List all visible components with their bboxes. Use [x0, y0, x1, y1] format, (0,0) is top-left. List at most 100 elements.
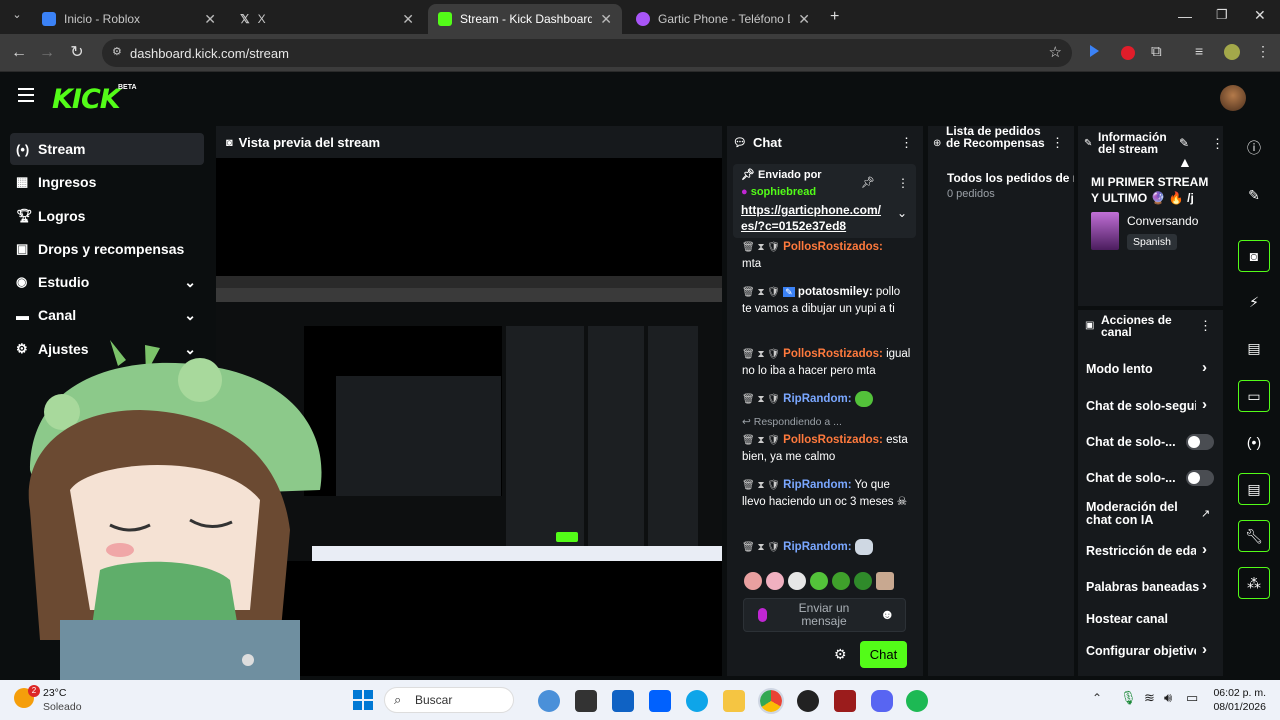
category-label[interactable]: Conversando: [1127, 214, 1198, 228]
tab-kick-dashboard[interactable]: Stream - Kick Dashboard ✕: [428, 4, 622, 34]
close-icon[interactable]: ✕: [600, 11, 612, 28]
chat-message[interactable]: 🗑 ⧗ 🛡 RipRandom: Yo que llevo haciendo u…: [742, 477, 912, 511]
battery-icon[interactable]: ▭: [1186, 690, 1198, 706]
sidebar-item-stream[interactable]: (•) Stream: [10, 133, 204, 165]
action-emotes-only[interactable]: Chat de solo-...: [1086, 471, 1176, 485]
rewards-menu-icon[interactable]: ⋮: [1051, 135, 1064, 151]
reply-indicator[interactable]: ↩ Respondiendo a ...: [742, 414, 912, 431]
action-age-restriction[interactable]: Restricción de edad: [1086, 544, 1196, 558]
mod-actions-icon[interactable]: 🗑 ⧗ 🛡: [742, 480, 780, 491]
app-icon[interactable]: [575, 690, 597, 712]
mod-actions-icon[interactable]: 🗑 ⧗ 🛡: [742, 349, 780, 360]
chat-username[interactable]: PollosRostizados:: [783, 434, 883, 446]
preview-toggle-icon[interactable]: ◙: [1238, 240, 1270, 272]
sidebar-item-estudio[interactable]: ◉ Estudio ⌄: [10, 266, 204, 298]
clock-time[interactable]: 06:02 p. m.: [1212, 687, 1266, 699]
close-icon[interactable]: ✕: [204, 11, 216, 28]
chevron-right-icon[interactable]: ›: [1202, 577, 1207, 594]
chevron-down-icon[interactable]: ⌄: [897, 206, 907, 220]
app-icon[interactable]: [834, 690, 856, 712]
emote-icon[interactable]: [788, 572, 806, 590]
info-circle-icon[interactable]: ⓘ: [1238, 132, 1270, 164]
taskbar-search[interactable]: ⌕ Buscar: [384, 687, 514, 713]
clock-date[interactable]: 08/01/2026: [1212, 701, 1266, 713]
tab-x[interactable]: 𝕏 X ✕: [230, 4, 424, 34]
tab-list-button[interactable]: ⌄: [8, 8, 26, 26]
broadcast-icon[interactable]: (•): [1238, 426, 1270, 458]
mod-actions-icon[interactable]: 🗑 ⧗ 🛡: [742, 394, 780, 405]
browser-menu-icon[interactable]: ⋮: [1256, 43, 1270, 60]
rewards-all-orders[interactable]: Todos los pedidos de r: [947, 171, 1074, 185]
mod-actions-icon[interactable]: 🗑 ⧗ 🛡: [742, 435, 780, 446]
chevron-right-icon[interactable]: ›: [1202, 641, 1207, 658]
close-icon[interactable]: ✕: [798, 11, 810, 28]
chevron-right-icon[interactable]: ›: [1202, 396, 1207, 413]
emoji-icon[interactable]: ☻: [880, 606, 895, 622]
chevron-down-icon[interactable]: ⌄: [184, 274, 196, 291]
app-icon[interactable]: [538, 690, 560, 712]
folder-icon[interactable]: [723, 690, 745, 712]
edge-icon[interactable]: [686, 690, 708, 712]
wrench-icon[interactable]: 🔧︎: [1238, 520, 1270, 552]
info-menu-icon[interactable]: ⋮: [1211, 136, 1224, 152]
discord-icon[interactable]: [871, 690, 893, 712]
pencil-icon[interactable]: ✎: [1238, 179, 1270, 211]
mod-actions-icon[interactable]: 🗑 ⧗ 🛡: [742, 242, 780, 253]
sidebar-item-drops[interactable]: ▣ Drops y recompensas: [10, 233, 204, 265]
kick-logo[interactable]: KICK: [52, 84, 121, 115]
spotify-icon[interactable]: [906, 690, 928, 712]
mod-actions-icon[interactable]: 🗑 ⧗ 🛡: [742, 287, 780, 298]
sidebar-item-canal[interactable]: ▬ Canal ⌄: [10, 299, 204, 331]
mic-icon[interactable]: [758, 608, 767, 622]
pinned-message[interactable]: 📌︎ Enviado por ● sophiebread https://gar…: [733, 164, 916, 238]
close-window-button[interactable]: ✕: [1254, 7, 1266, 24]
unpin-icon[interactable]: 📌︎: [861, 176, 875, 189]
action-slow-mode[interactable]: Modo lento: [1086, 362, 1153, 376]
profile-avatar[interactable]: [1224, 44, 1240, 60]
chat-username[interactable]: PollosRostizados:: [783, 241, 883, 253]
emote-icon[interactable]: [876, 572, 894, 590]
wifi-icon[interactable]: ≋: [1144, 690, 1155, 706]
emote-icon[interactable]: [832, 572, 850, 590]
address-bar[interactable]: ⚙ dashboard.kick.com/stream ☆: [102, 39, 1072, 67]
action-host-channel[interactable]: Hostear canal: [1086, 612, 1168, 626]
emotes-only-toggle[interactable]: [1186, 470, 1214, 486]
chat-message[interactable]: 🗑 ⧗ 🛡 ✎ potatosmiley: pollo te vamos a d…: [742, 284, 912, 318]
chat-menu-icon[interactable]: ⋮: [900, 135, 913, 151]
pinned-menu-icon[interactable]: ⋮: [897, 176, 909, 190]
dropbox-icon[interactable]: [649, 690, 671, 712]
extension-record-icon[interactable]: [1121, 46, 1135, 60]
action-ai-moderation[interactable]: Moderación del chat con IA: [1086, 501, 1190, 527]
send-chat-button[interactable]: Chat: [860, 641, 907, 668]
site-info-icon[interactable]: ⚙: [112, 45, 122, 58]
chat-message[interactable]: 🗑 ⧗ 🛡 RipRandom:: [742, 539, 912, 556]
chevron-down-icon[interactable]: ⌄: [184, 307, 196, 324]
chat-input[interactable]: Enviar un mensaje ☻: [743, 598, 906, 632]
chat-toggle-icon[interactable]: ▭: [1238, 380, 1270, 412]
pinned-link[interactable]: https://garticphone.com/es/?c=0152e37ed8: [741, 202, 886, 234]
bookmark-star-icon[interactable]: ☆: [1049, 43, 1062, 61]
emote-icon[interactable]: [766, 572, 784, 590]
forward-arrow-icon[interactable]: →: [36, 42, 58, 64]
chat-username[interactable]: RipRandom:: [783, 393, 851, 405]
tab-gartic[interactable]: Gartic Phone - Teléfono Descor ✕: [626, 4, 820, 34]
chat-message[interactable]: 🗑 ⧗ 🛡 PollosRostizados: igual no lo iba …: [742, 346, 912, 380]
microphone-icon[interactable]: 🎙︎: [1120, 690, 1137, 706]
windows-start-icon[interactable]: [353, 690, 373, 710]
obs-icon[interactable]: [797, 690, 819, 712]
chat-username[interactable]: RipRandom:: [783, 541, 851, 553]
extensions-puzzle-icon[interactable]: ⧉: [1151, 43, 1162, 60]
action-goals[interactable]: Configurar objetivos: [1086, 644, 1196, 658]
lightning-icon[interactable]: ⚡︎: [1238, 286, 1270, 318]
subs-only-toggle[interactable]: [1186, 434, 1214, 450]
action-banned-words[interactable]: Palabras baneadas: [1086, 580, 1199, 594]
close-icon[interactable]: ✕: [402, 11, 414, 28]
chevron-right-icon[interactable]: ›: [1202, 541, 1207, 558]
reload-icon[interactable]: ↻: [66, 42, 88, 64]
volume-icon[interactable]: 🔊︎: [1164, 690, 1172, 706]
chat-message[interactable]: 🗑 ⧗ 🛡 PollosRostizados: mta: [742, 239, 912, 273]
app-icon[interactable]: [612, 690, 634, 712]
chat-username[interactable]: PollosRostizados:: [783, 348, 883, 360]
emote-icon[interactable]: [810, 572, 828, 590]
chat-username[interactable]: potatosmiley:: [798, 286, 873, 298]
